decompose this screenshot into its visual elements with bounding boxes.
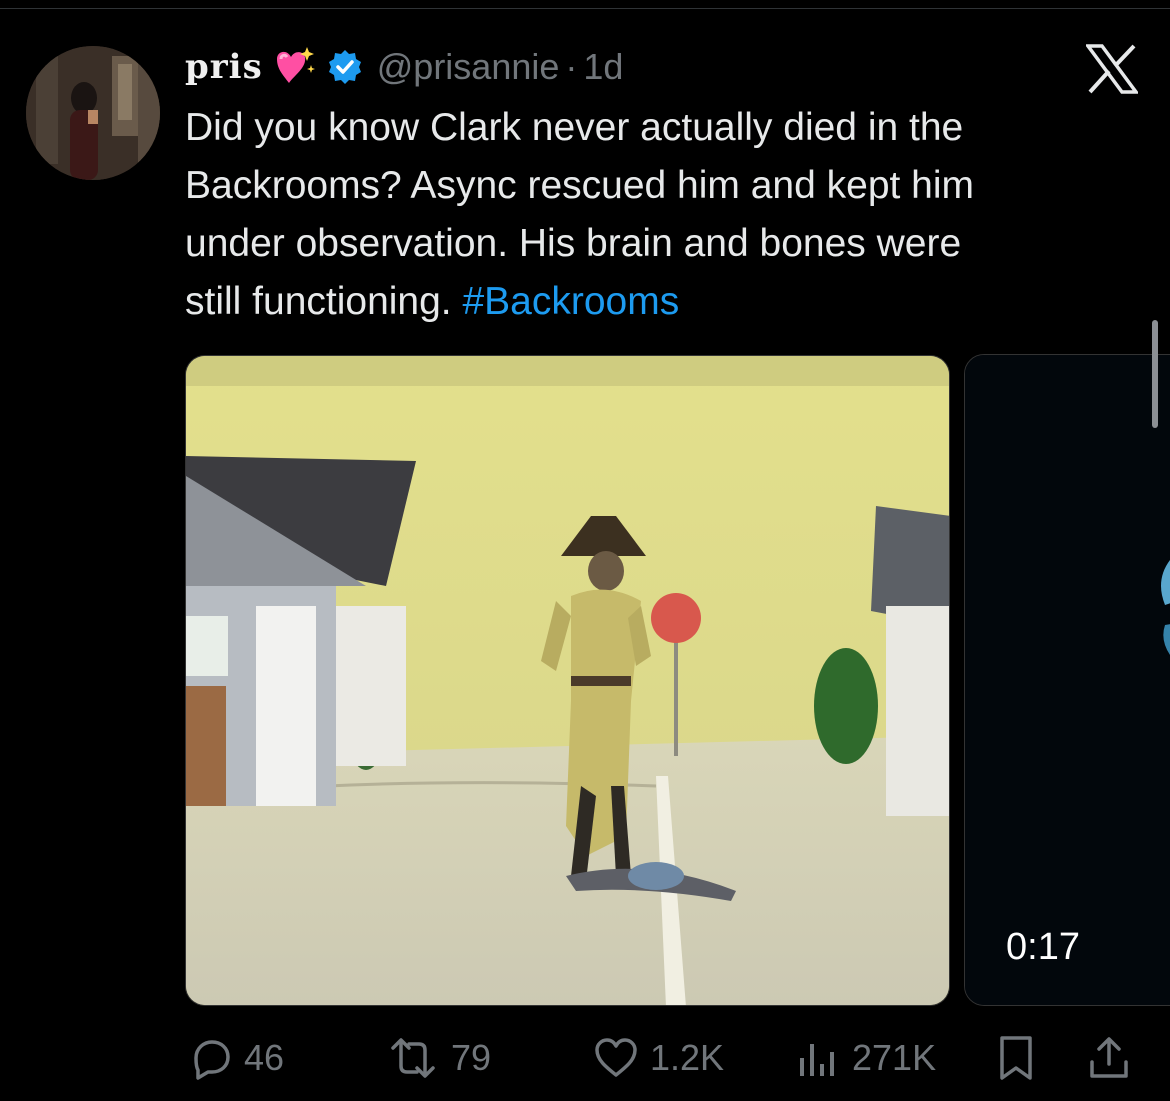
heart-icon [592, 1034, 640, 1082]
tweet-text: Did you know Clark never actually died i… [185, 99, 1145, 331]
tweet-text-line: under observation. His brain and bones w… [185, 222, 962, 265]
x-logo-icon [1084, 44, 1140, 94]
action-bar: 46 79 1.2K 271K [0, 1030, 1170, 1086]
views-icon [796, 1034, 842, 1082]
video-thumbnail[interactable] [185, 355, 950, 1006]
views-button[interactable]: 271K [796, 1030, 936, 1086]
video-duration: 0:17 [1006, 926, 1080, 968]
hashtag-link[interactable]: #Backrooms [462, 280, 679, 323]
repost-button[interactable]: 79 [385, 1030, 491, 1086]
repost-count: 79 [451, 1037, 492, 1078]
bookmark-icon [996, 1034, 1036, 1082]
reply-count: 46 [244, 1037, 285, 1078]
separator: · [565, 46, 578, 87]
post-age[interactable]: 1d [583, 46, 623, 88]
reply-button[interactable]: 46 [186, 1030, 284, 1086]
views-count: 271K [852, 1037, 937, 1078]
tweet-text-line: Backrooms? Async rescued him and kept hi… [185, 164, 975, 207]
verified-badge-icon [327, 49, 363, 85]
display-name[interactable]: pris [185, 47, 263, 87]
top-divider [0, 8, 1170, 9]
repost-icon [385, 1034, 441, 1082]
share-icon [1086, 1034, 1132, 1082]
like-button[interactable]: 1.2K [592, 1030, 724, 1086]
tweet-text-line: Did you know Clark never actually died i… [185, 106, 964, 149]
tweet-header: pris @prisannie · 1d [185, 42, 623, 92]
share-button[interactable] [1086, 1030, 1132, 1086]
tweet-text-line: still functioning. #Backrooms [185, 273, 1145, 331]
tweet-text-fragment: still functioning. [185, 280, 452, 323]
reply-icon [186, 1034, 234, 1082]
avatar[interactable] [26, 46, 160, 180]
like-count: 1.2K [650, 1037, 725, 1078]
sparkling-heart-icon [269, 45, 315, 89]
scrollbar[interactable] [1152, 320, 1158, 428]
user-handle[interactable]: @prisannie [377, 46, 560, 88]
second-media-thumbnail[interactable] [964, 354, 1170, 1006]
bookmark-button[interactable] [996, 1030, 1036, 1086]
